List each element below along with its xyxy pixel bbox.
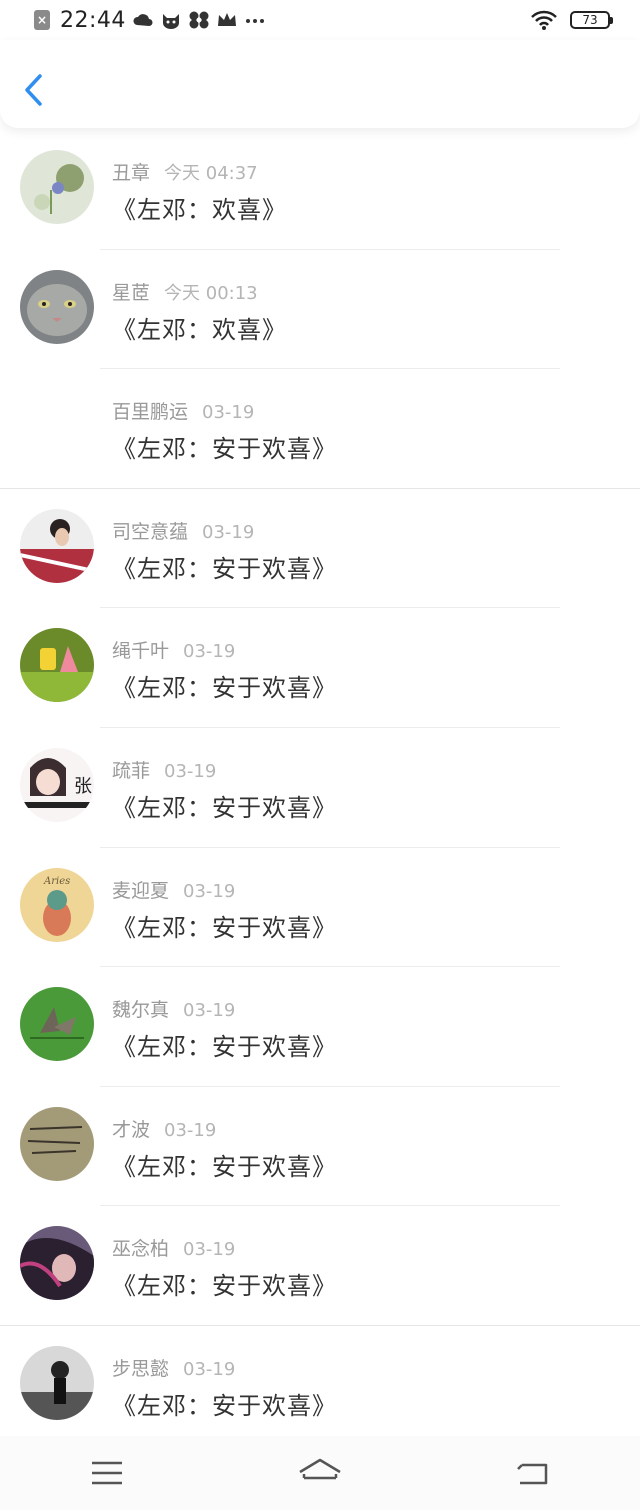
menu-button[interactable] <box>77 1451 137 1495</box>
battery-indicator: 73 <box>570 11 613 29</box>
avatar[interactable] <box>20 987 94 1062</box>
list-item[interactable]: 丑章 今天 04:37 《左邓：欢喜》 <box>0 130 640 250</box>
avatar[interactable]: 张 <box>20 747 94 822</box>
item-meta: 绳千叶 03-19 <box>112 636 235 663</box>
avatar[interactable] <box>20 1106 94 1181</box>
message-date: 今天 00:13 <box>164 282 258 304</box>
item-meta: 巫念柏 03-19 <box>112 1234 235 1261</box>
no-sim-icon: × <box>34 10 50 30</box>
status-right: 73 <box>530 9 613 31</box>
list-item[interactable]: Aries 麦迎夏 03-19 《左邓：安于欢喜》 <box>0 848 640 968</box>
list-item[interactable]: 才波 03-19 《左邓：安于欢喜》 <box>0 1087 640 1207</box>
cat-icon <box>162 14 179 29</box>
avatar[interactable]: Aries <box>20 867 94 942</box>
item-meta: 才波 03-19 <box>112 1115 216 1142</box>
sender-name: 巫念柏 <box>112 1238 170 1261</box>
more-dots-icon <box>245 19 264 23</box>
sender-name: 百里鹏运 <box>112 401 189 424</box>
list-item[interactable]: 司空意蕴 03-19 《左邓：安于欢喜》 <box>0 489 640 609</box>
message-date: 03-19 <box>183 1000 236 1022</box>
avatar[interactable] <box>20 628 94 703</box>
menu-icon <box>91 1461 122 1485</box>
sender-name: 丑章 <box>112 162 151 184</box>
avatar[interactable] <box>20 269 94 344</box>
message-text: 《左邓：安于欢喜》 <box>112 1391 337 1420</box>
chevron-left-icon[interactable] <box>18 70 52 110</box>
item-meta: 星茝 今天 00:13 <box>112 278 258 305</box>
message-text: 《左邓：安于欢喜》 <box>112 554 337 583</box>
message-date: 03-19 <box>183 880 236 902</box>
item-meta: 百里鹏运 03-19 <box>112 397 254 424</box>
message-date: 03-19 <box>183 1239 236 1261</box>
message-text: 《左邓：安于欢喜》 <box>112 435 337 464</box>
home-icon <box>299 1458 341 1480</box>
crown-icon <box>217 13 236 26</box>
avatar[interactable] <box>20 508 94 583</box>
message-date: 03-19 <box>183 1358 236 1380</box>
message-text: 《左邓：安于欢喜》 <box>112 674 337 703</box>
list-item[interactable]: 步思懿 03-19 《左邓：安于欢喜》 <box>0 1326 640 1446</box>
item-meta: 丑章 今天 04:37 <box>112 158 258 185</box>
avatar[interactable] <box>20 1345 94 1420</box>
sender-name: 才波 <box>112 1118 151 1141</box>
message-date: 03-19 <box>164 1119 217 1141</box>
status-bar: × 22:44 73 <box>0 0 640 40</box>
home-button[interactable] <box>290 1451 350 1495</box>
pinwheel-icon <box>189 11 209 29</box>
message-text: 《左邓：安于欢喜》 <box>112 793 337 822</box>
avatar[interactable] <box>20 150 94 224</box>
status-left: × 22:44 <box>34 8 266 33</box>
item-meta: 步思懿 03-19 <box>112 1354 235 1381</box>
cloud-icon <box>133 14 153 26</box>
sender-name: 步思懿 <box>112 1357 170 1380</box>
list-item[interactable]: 巫念柏 03-19 《左邓：安于欢喜》 <box>0 1206 640 1326</box>
item-meta: 疏菲 03-19 <box>112 756 216 783</box>
item-meta: 魏尔真 03-19 <box>112 995 235 1022</box>
item-meta: 麦迎夏 03-19 <box>112 876 235 903</box>
message-text: 《左邓：安于欢喜》 <box>112 1033 337 1062</box>
back-icon <box>517 1463 548 1485</box>
sender-name: 司空意蕴 <box>112 520 189 543</box>
list-item[interactable]: 百里鹏运 03-19 《左邓：安于欢喜》 <box>0 369 640 489</box>
message-date: 今天 04:37 <box>164 163 258 184</box>
message-text: 《左邓：安于欢喜》 <box>112 913 337 942</box>
sender-name: 绳千叶 <box>112 640 170 663</box>
list-item[interactable]: 绳千叶 03-19 《左邓：安于欢喜》 <box>0 608 640 728</box>
message-date: 03-19 <box>183 641 236 663</box>
message-date: 03-19 <box>202 402 255 424</box>
sender-name: 疏菲 <box>112 759 151 782</box>
anime-avatar-text: 张 <box>74 776 92 797</box>
message-date: 03-19 <box>202 521 255 543</box>
avatar[interactable] <box>20 1226 94 1301</box>
list-item[interactable]: 星茝 今天 00:13 《左邓：欢喜》 <box>0 250 640 370</box>
list-item[interactable]: 魏尔真 03-19 《左邓：安于欢喜》 <box>0 967 640 1087</box>
message-text: 《左邓：欢喜》 <box>112 196 287 224</box>
list-item[interactable]: 张 疏菲 03-19 《左邓：安于欢喜》 <box>0 728 640 848</box>
wifi-icon <box>531 10 557 30</box>
sender-name: 麦迎夏 <box>112 879 170 902</box>
status-time: 22:44 <box>60 7 126 33</box>
item-meta: 司空意蕴 03-19 <box>112 517 254 544</box>
back-button[interactable] <box>503 1451 563 1495</box>
message-text: 《左邓：欢喜》 <box>112 315 287 344</box>
aries-avatar-text: Aries <box>43 876 70 887</box>
system-nav-bar <box>0 1436 640 1510</box>
sender-name: 魏尔真 <box>112 999 170 1022</box>
sender-name: 星茝 <box>112 281 151 304</box>
message-date: 03-19 <box>164 760 217 782</box>
message-text: 《左邓：安于欢喜》 <box>112 1152 337 1181</box>
message-list: 丑章 今天 04:37 《左邓：欢喜》 星茝 今天 00:13 《左邓：欢喜》 百里… <box>0 130 640 1446</box>
message-text: 《左邓：安于欢喜》 <box>112 1272 337 1301</box>
nav-header <box>0 40 640 128</box>
